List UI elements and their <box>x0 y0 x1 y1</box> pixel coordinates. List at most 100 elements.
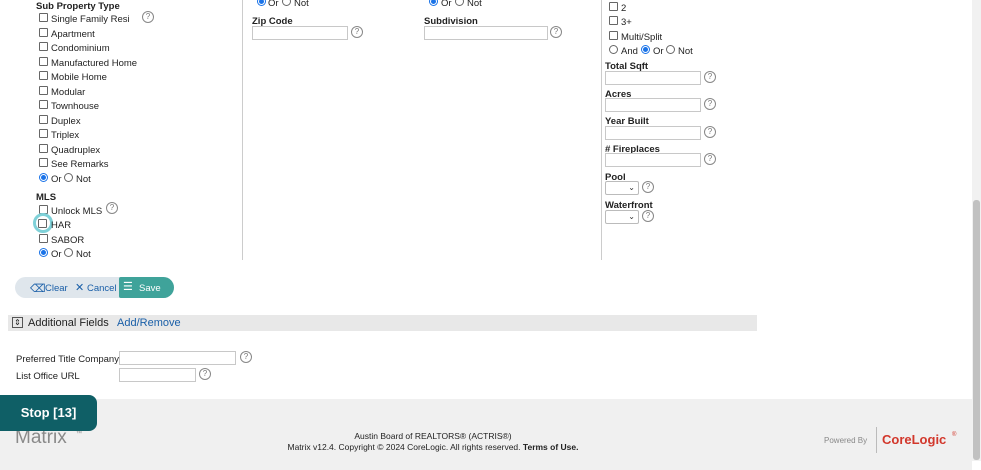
total-sqft-input[interactable] <box>605 71 701 85</box>
radio-or[interactable] <box>39 173 48 182</box>
sub-property-type-title: Sub Property Type <box>36 1 120 12</box>
clear-button[interactable]: Clear <box>45 283 68 294</box>
year-built-input[interactable] <box>605 126 701 140</box>
checkbox-quadruplex[interactable] <box>39 144 48 153</box>
stop-badge[interactable]: Stop [13] <box>0 395 97 431</box>
save-button[interactable]: ☰ Save <box>119 277 174 298</box>
checkbox-label: Multi/Split <box>621 32 663 43</box>
checkbox-label: Unlock MLS <box>51 206 103 217</box>
pool-select[interactable]: ⌄ <box>605 181 639 195</box>
radio-label: And <box>621 46 638 57</box>
corelogic-logo: CoreLogic <box>882 432 947 447</box>
help-icon[interactable]: ? <box>142 11 154 23</box>
sliders-icon: ☰ <box>123 281 133 293</box>
radio-not[interactable] <box>282 0 291 6</box>
help-icon[interactable]: ? <box>642 210 654 222</box>
copyright-line1: Austin Board of REALTORS® (ACTRIS®) <box>354 431 512 441</box>
radio-or[interactable] <box>39 248 48 257</box>
help-icon[interactable]: ? <box>704 71 716 83</box>
preferred-title-input[interactable] <box>119 351 236 365</box>
checkbox-3plus[interactable] <box>609 16 618 25</box>
checkbox-label: Townhouse <box>51 101 100 112</box>
acres-input[interactable] <box>605 98 701 112</box>
checkbox-triplex[interactable] <box>39 129 48 138</box>
checkbox-duplex[interactable] <box>39 115 48 124</box>
help-icon[interactable]: ? <box>106 202 118 214</box>
checkbox-label: Mobile Home <box>51 72 107 83</box>
checkbox-see-remarks[interactable] <box>39 158 48 167</box>
scrollbar-track[interactable] <box>972 0 981 461</box>
powered-by-label: Powered By <box>824 436 868 445</box>
checkbox-modular[interactable] <box>39 86 48 95</box>
help-icon[interactable]: ? <box>704 153 716 165</box>
fireplaces-input[interactable] <box>605 153 701 167</box>
checkbox-label: 3+ <box>621 17 632 28</box>
corelogic-reg: ® <box>952 432 957 438</box>
chevron-down-icon: ⌄ <box>628 183 635 192</box>
radio-label: Or <box>51 249 62 260</box>
chevron-down-icon: ⌄ <box>628 212 635 221</box>
checkbox-har[interactable] <box>38 219 47 228</box>
additional-fields-header: ⇕ Additional Fields Add/Remove <box>8 315 757 331</box>
help-icon[interactable]: ? <box>199 368 211 380</box>
radio-not[interactable] <box>64 173 73 182</box>
help-icon[interactable]: ? <box>240 351 252 363</box>
expand-icon[interactable]: ⇕ <box>12 317 23 328</box>
radio-label: Not <box>294 0 309 9</box>
checkbox-condominium[interactable] <box>39 42 48 51</box>
checkbox-sabor[interactable] <box>39 234 48 243</box>
radio-label: Or <box>441 0 452 9</box>
radio-label: Or <box>51 174 62 185</box>
checkbox-label: Manufactured Home <box>51 58 138 69</box>
copyright-line2: Matrix v12.4. Copyright © 2024 CoreLogic… <box>0 442 866 452</box>
help-icon[interactable]: ? <box>351 26 363 38</box>
radio-or[interactable] <box>257 0 266 6</box>
radio-not[interactable] <box>64 248 73 257</box>
waterfront-select[interactable]: ⌄ <box>605 210 639 224</box>
checkbox-townhouse[interactable] <box>39 100 48 109</box>
checkbox-label: Duplex <box>51 116 81 127</box>
radio-label: Or <box>653 46 664 57</box>
checkbox-single-family[interactable] <box>39 13 48 22</box>
checkbox-label: 2 <box>621 3 627 14</box>
footer-divider <box>876 427 877 453</box>
checkbox-label: Modular <box>51 87 86 98</box>
checkbox-multi-split[interactable] <box>609 31 618 40</box>
zip-code-input[interactable] <box>252 26 348 40</box>
save-label: Save <box>139 283 161 294</box>
checkbox-label: Apartment <box>51 29 95 40</box>
help-icon[interactable]: ? <box>704 126 716 138</box>
terms-of-use-link[interactable]: Terms of Use. <box>523 442 579 452</box>
add-remove-link[interactable]: Add/Remove <box>117 317 181 329</box>
additional-fields-title: Additional Fields <box>28 317 109 329</box>
mls-title: MLS <box>36 192 57 203</box>
checkbox-label: See Remarks <box>51 159 109 170</box>
radio-not[interactable] <box>666 45 675 54</box>
radio-not[interactable] <box>455 0 464 6</box>
help-icon[interactable]: ? <box>642 181 654 193</box>
column-divider <box>601 0 602 260</box>
checkbox-2[interactable] <box>609 2 618 11</box>
checkbox-apartment[interactable] <box>39 28 48 37</box>
column-divider <box>242 0 243 260</box>
action-bar: ⌫ Clear ✕ Cancel ☰ Save <box>15 277 174 298</box>
preferred-title-label: Preferred Title Company <box>16 354 119 365</box>
radio-label: Not <box>467 0 482 9</box>
help-icon[interactable]: ? <box>704 98 716 110</box>
checkbox-label: HAR <box>51 220 72 231</box>
cancel-button[interactable]: Cancel <box>87 283 117 294</box>
copyright-text: Matrix v12.4. Copyright © 2024 CoreLogic… <box>287 442 521 452</box>
scrollbar-thumb[interactable] <box>973 200 980 460</box>
list-office-url-input[interactable] <box>119 368 196 382</box>
checkbox-manufactured-home[interactable] <box>39 57 48 66</box>
checkbox-mobile-home[interactable] <box>39 71 48 80</box>
radio-label: Or <box>268 0 279 9</box>
radio-and[interactable] <box>609 45 618 54</box>
checkbox-label: Quadruplex <box>51 145 101 156</box>
radio-or[interactable] <box>429 0 438 6</box>
help-icon[interactable]: ? <box>550 26 562 38</box>
checkbox-label: Single Family Resi <box>51 14 130 25</box>
subdivision-input[interactable] <box>424 26 548 40</box>
radio-label: Not <box>678 46 693 57</box>
radio-or[interactable] <box>641 45 650 54</box>
